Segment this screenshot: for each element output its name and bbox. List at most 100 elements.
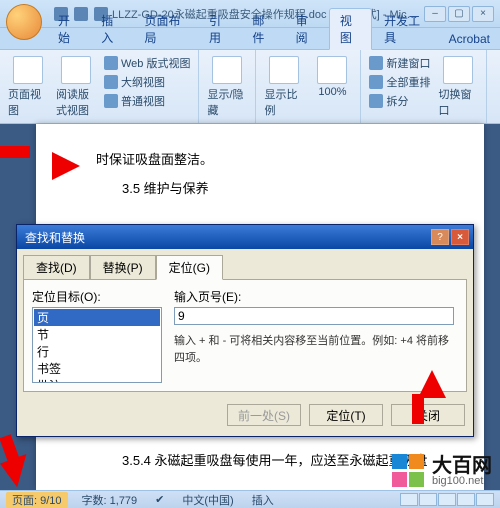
normal-view-button[interactable]: 普通视图 <box>102 92 192 110</box>
watermark-logo-icon <box>392 454 426 488</box>
status-mode[interactable]: 插入 <box>248 492 278 508</box>
status-proofing-icon[interactable]: ✔ <box>151 493 168 506</box>
group-zoom: 显示比例 100% 显示比例 <box>256 50 361 123</box>
annotation-arrow-icon <box>52 152 80 180</box>
zoom-100-icon <box>317 56 347 84</box>
page-view-label: 页面视图 <box>8 86 48 118</box>
group-document-views: 页面视图 阅读版式视图 Web 版式视图 大纲视图 普通视图 文档视图 <box>0 50 199 123</box>
view-web-icon[interactable] <box>438 493 456 506</box>
watermark-domain: big100.net <box>432 476 492 487</box>
list-item[interactable]: 行 <box>34 343 160 360</box>
reading-view-label: 阅读版式视图 <box>56 86 96 118</box>
dialog-help-button[interactable]: ? <box>431 229 449 245</box>
view-print-layout-icon[interactable] <box>400 493 418 506</box>
view-buttons <box>400 493 494 506</box>
split-button[interactable]: 拆分 <box>367 92 432 110</box>
page-view-button[interactable]: 页面视图 <box>6 54 50 120</box>
find-replace-dialog: 查找和替换 ? × 查找(D) 替换(P) 定位(G) 定位目标(O): 页 节… <box>16 224 474 437</box>
new-window-button[interactable]: 新建窗口 <box>367 54 432 72</box>
dialog-tab-find[interactable]: 查找(D) <box>23 255 90 279</box>
list-item[interactable]: 页 <box>34 309 160 326</box>
new-window-label: 新建窗口 <box>386 55 430 71</box>
doc-line-5: 3.5.4 永磁起重吸盘每使用一年，应送至永磁起重吸盘 <box>96 449 434 472</box>
group-show-hide: 显示/隐藏 <box>199 50 256 123</box>
goto-button[interactable]: 定位(T) <box>309 404 383 426</box>
view-draft-icon[interactable] <box>476 493 494 506</box>
goto-hint: 输入 + 和 - 可将相关内容移至当前位置。例如: +4 将前移四项。 <box>174 333 458 366</box>
switch-window-icon <box>443 56 473 84</box>
dialog-tabs: 查找(D) 替换(P) 定位(G) <box>17 249 473 279</box>
dialog-tab-goto[interactable]: 定位(G) <box>156 255 223 280</box>
dialog-buttons: 前一处(S) 定位(T) 关闭 <box>17 398 473 436</box>
web-layout-icon <box>104 56 118 70</box>
split-icon <box>369 94 383 108</box>
tab-acrobat[interactable]: Acrobat <box>439 29 500 49</box>
watermark: 大百网 big100.net <box>392 454 492 488</box>
reading-view-icon <box>61 56 91 84</box>
zoom-button[interactable]: 显示比例 <box>262 54 306 120</box>
status-words[interactable]: 字数: 1,779 <box>78 492 142 508</box>
prev-button: 前一处(S) <box>227 404 301 426</box>
status-bar: 页面: 9/10 字数: 1,779 ✔ 中文(中国) 插入 <box>0 490 500 508</box>
zoom-icon <box>269 56 299 84</box>
office-button[interactable] <box>6 4 42 40</box>
arrange-all-icon <box>369 75 383 89</box>
maximize-button[interactable]: ▢ <box>448 6 470 22</box>
new-window-icon <box>369 56 383 70</box>
ribbon-tabs: 开始 插入 页面布局 引用 邮件 审阅 视图 开发工具 Acrobat <box>0 28 500 50</box>
switch-window-label: 切换窗口 <box>438 86 478 118</box>
page-view-icon <box>13 56 43 84</box>
list-item[interactable]: 书签 <box>34 360 160 377</box>
reading-view-button[interactable]: 阅读版式视图 <box>54 54 98 120</box>
web-layout-label: Web 版式视图 <box>121 55 190 71</box>
ribbon-body: 页面视图 阅读版式视图 Web 版式视图 大纲视图 普通视图 文档视图 显示/隐… <box>0 50 500 124</box>
tab-insert[interactable]: 插入 <box>91 9 132 49</box>
dialog-tab-replace[interactable]: 替换(P) <box>90 255 156 279</box>
tab-developer[interactable]: 开发工具 <box>374 9 437 49</box>
arrange-all-label: 全部重排 <box>386 74 430 90</box>
page-number-input[interactable] <box>174 307 454 325</box>
zoom-100-button[interactable]: 100% <box>310 54 354 120</box>
split-label: 拆分 <box>386 93 408 109</box>
dialog-titlebar[interactable]: 查找和替换 ? × <box>17 225 473 249</box>
status-language[interactable]: 中文(中国) <box>178 492 237 508</box>
view-outline-icon[interactable] <box>457 493 475 506</box>
tab-references[interactable]: 引用 <box>199 9 240 49</box>
doc-line-2: 3.5 维护与保养 <box>96 177 434 200</box>
normal-view-label: 普通视图 <box>121 93 165 109</box>
page-number-label: 输入页号(E): <box>174 288 458 305</box>
watermark-name: 大百网 <box>432 456 492 476</box>
tab-review[interactable]: 审阅 <box>286 9 327 49</box>
switch-window-button[interactable]: 切换窗口 <box>436 54 480 120</box>
close-window-button[interactable]: × <box>472 6 494 22</box>
group-macros: 宏 宏 <box>487 50 500 123</box>
view-fullscreen-icon[interactable] <box>419 493 437 506</box>
show-hide-icon <box>212 56 242 84</box>
annotation-arrow-icon <box>4 458 32 486</box>
tab-mailings[interactable]: 邮件 <box>242 9 283 49</box>
close-button[interactable]: 关闭 <box>391 404 465 426</box>
list-item[interactable]: 节 <box>34 326 160 343</box>
goto-target-label: 定位目标(O): <box>32 288 162 305</box>
macros-button[interactable]: 宏 <box>493 54 500 104</box>
doc-line-1: 时保证吸盘面整洁。 <box>96 148 434 171</box>
zoom-label: 显示比例 <box>264 86 304 118</box>
dialog-panel: 定位目标(O): 页 节 行 书签 批注 脚注 输入页号(E): 输入 + 和 … <box>23 279 467 392</box>
group-window: 新建窗口 全部重排 拆分 切换窗口 窗口 <box>361 50 487 123</box>
normal-view-icon <box>104 94 118 108</box>
outline-view-label: 大纲视图 <box>121 74 165 90</box>
dialog-title: 查找和替换 <box>25 229 85 246</box>
dialog-close-button[interactable]: × <box>451 229 469 245</box>
tab-layout[interactable]: 页面布局 <box>135 9 198 49</box>
list-item[interactable]: 批注 <box>34 377 160 383</box>
outline-view-button[interactable]: 大纲视图 <box>102 73 192 91</box>
show-hide-label: 显示/隐藏 <box>207 86 247 118</box>
arrange-all-button[interactable]: 全部重排 <box>367 73 432 91</box>
annotation-arrow-icon <box>418 370 446 398</box>
status-page[interactable]: 页面: 9/10 <box>6 492 68 508</box>
show-hide-button[interactable]: 显示/隐藏 <box>205 54 249 120</box>
web-layout-button[interactable]: Web 版式视图 <box>102 54 192 72</box>
tab-view[interactable]: 视图 <box>329 8 372 50</box>
tab-home[interactable]: 开始 <box>48 9 89 49</box>
goto-target-list[interactable]: 页 节 行 书签 批注 脚注 <box>32 307 162 383</box>
